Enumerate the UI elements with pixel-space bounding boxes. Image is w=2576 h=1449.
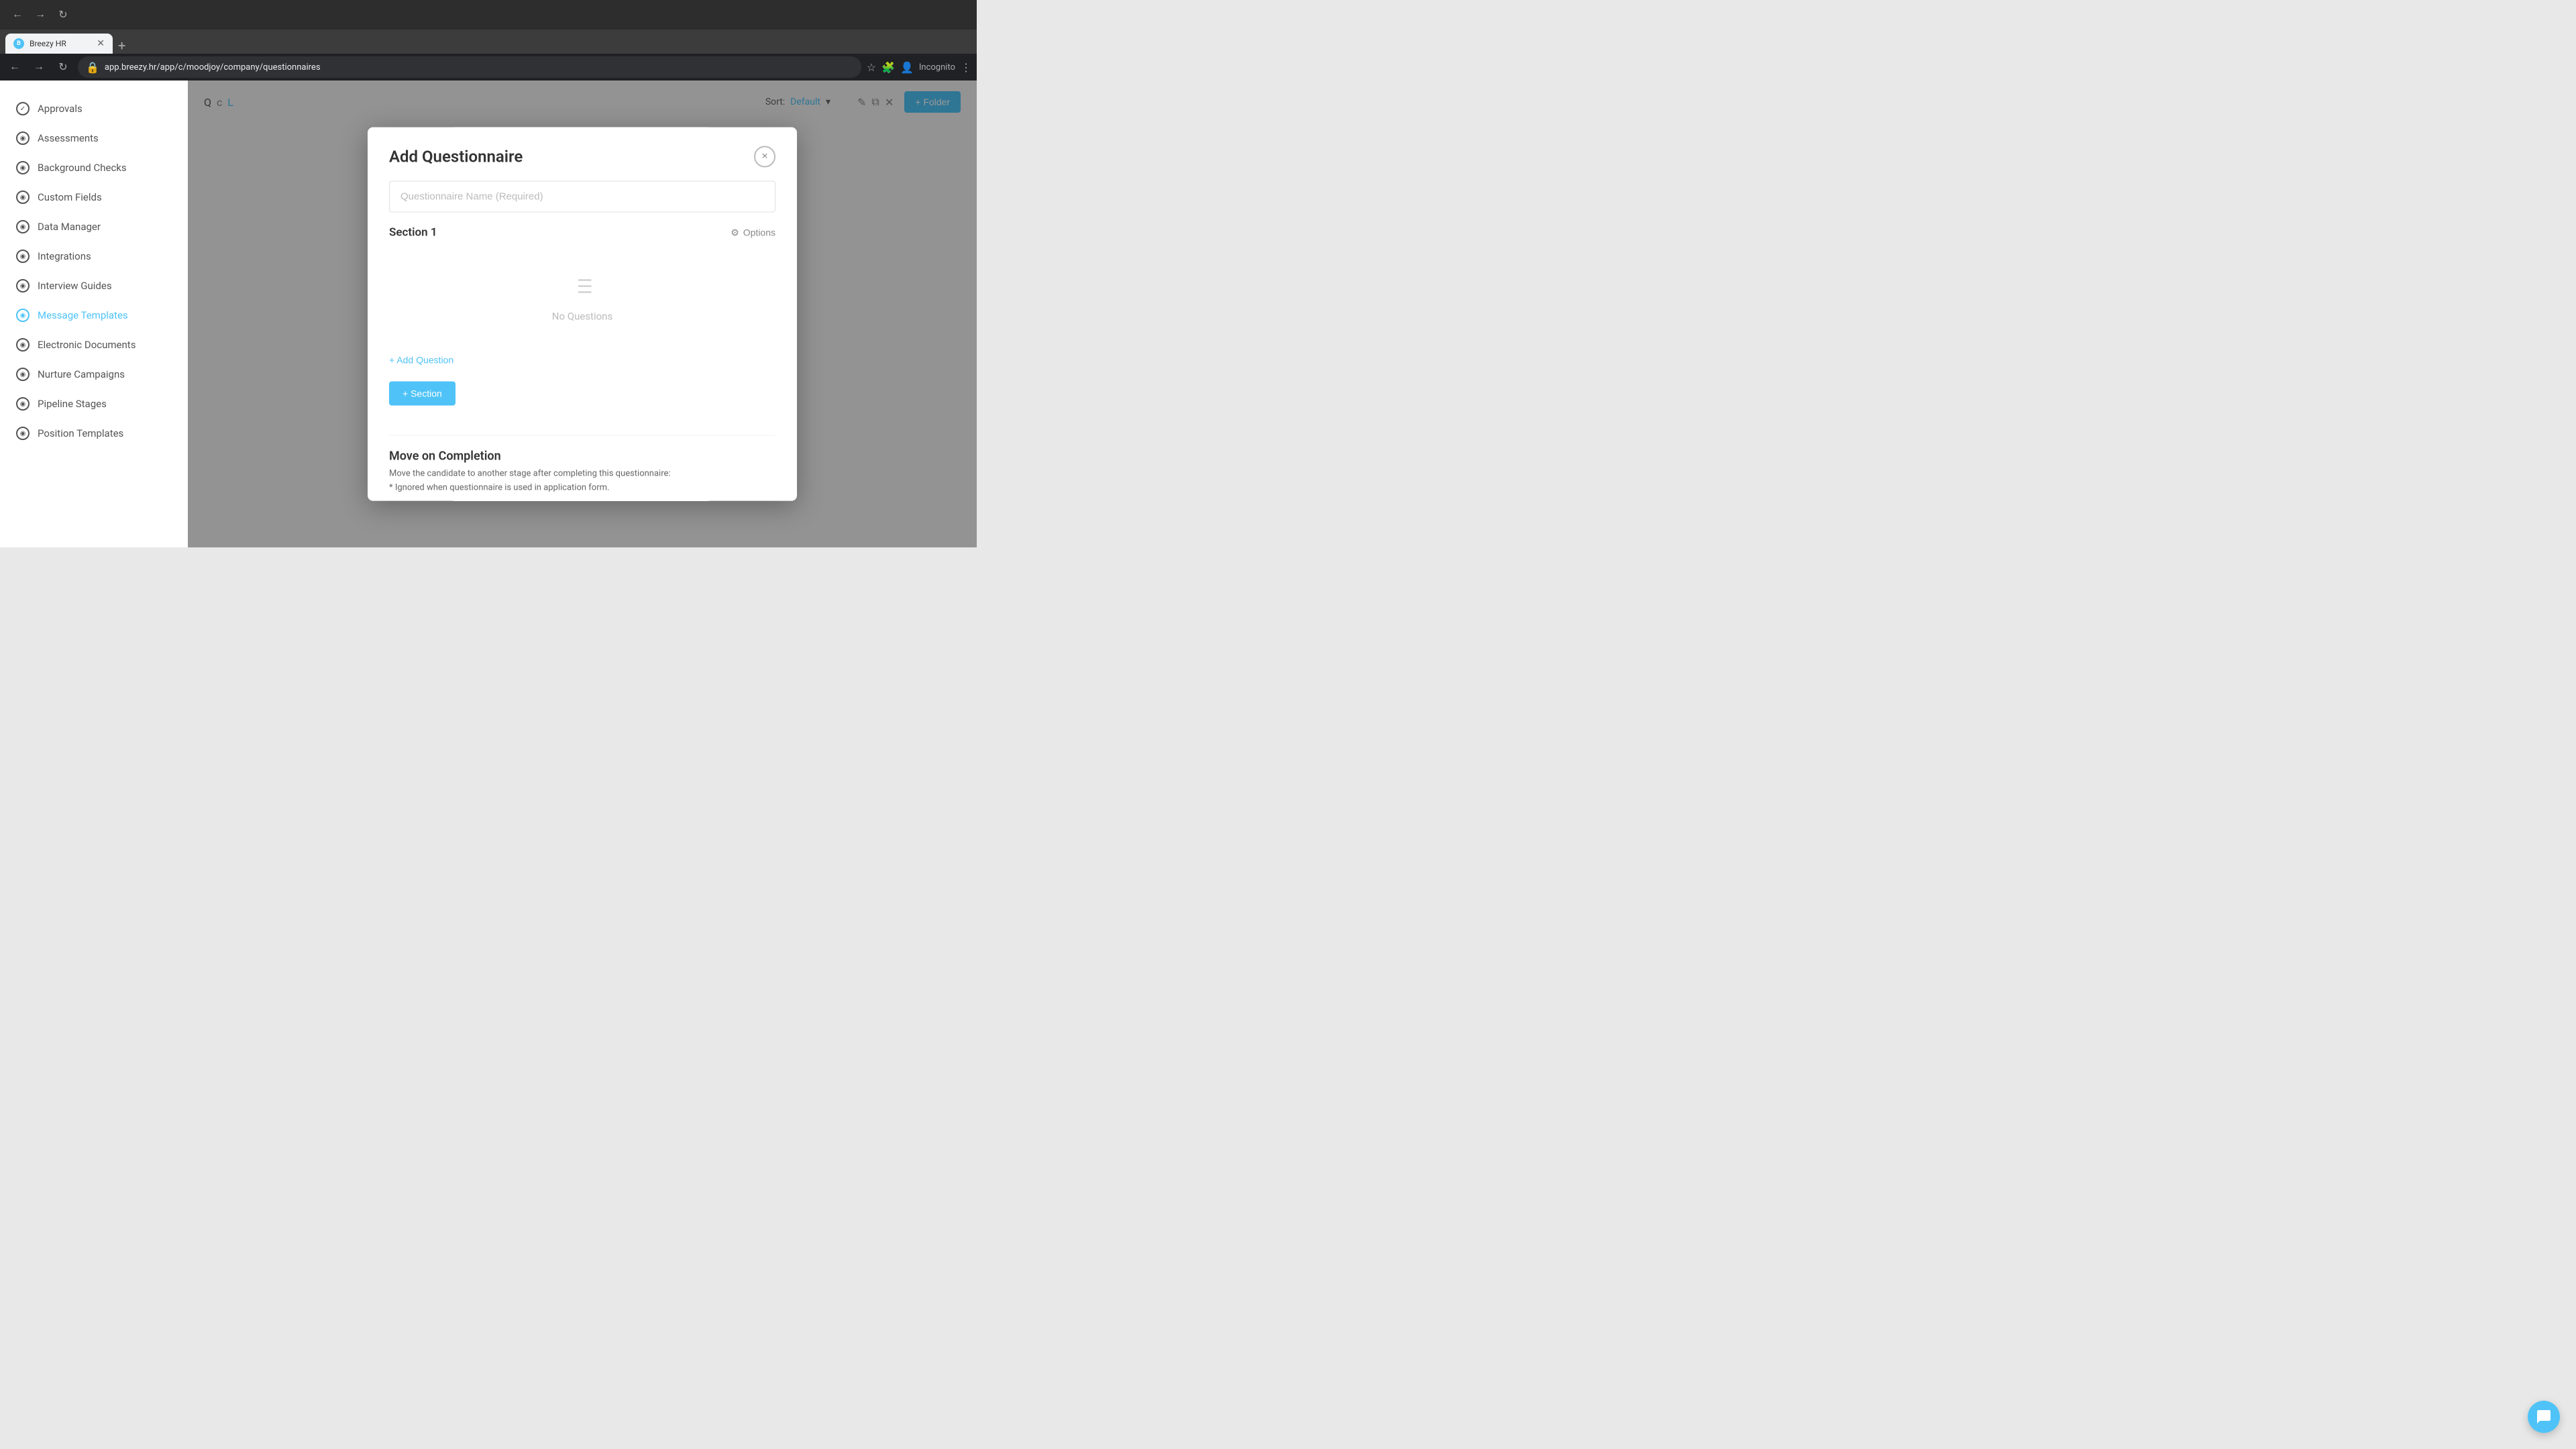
tab-close-icon[interactable]: ✕ <box>97 38 105 49</box>
sidebar-item-background-checks[interactable]: ◉ Background Checks <box>0 153 188 182</box>
browser-chrome: ← → ↻ <box>0 0 977 30</box>
modal-title: Add Questionnaire <box>389 148 523 166</box>
data-manager-icon: ◉ <box>16 220 30 233</box>
modal-close-button[interactable]: × <box>754 146 775 168</box>
sidebar-item-data-manager-label: Data Manager <box>38 221 101 233</box>
sidebar-item-pipeline-stages[interactable]: ◉ Pipeline Stages <box>0 389 188 419</box>
active-tab[interactable]: B Breezy HR ✕ <box>5 34 113 54</box>
sidebar-item-position-templates[interactable]: ◉ Position Templates <box>0 419 188 448</box>
profile-icon[interactable]: 👤 <box>900 61 914 74</box>
forward-button[interactable]: → <box>31 5 50 24</box>
sidebar-item-nurture-campaigns[interactable]: ◉ Nurture Campaigns <box>0 360 188 389</box>
sidebar-item-approvals-label: Approvals <box>38 103 83 115</box>
sidebar-item-custom-fields-label: Custom Fields <box>38 191 102 203</box>
custom-fields-icon: ◉ <box>16 191 30 204</box>
add-section-button[interactable]: + Section <box>389 382 455 406</box>
interview-guides-icon: ◉ <box>16 279 30 292</box>
chat-button[interactable] <box>2528 1401 2560 1433</box>
options-button[interactable]: ⚙ Options <box>731 227 775 238</box>
extensions-icon[interactable]: 🧩 <box>881 61 895 74</box>
section-title: Section 1 <box>389 226 437 239</box>
sidebar-item-approvals[interactable]: ✓ Approvals <box>0 94 188 123</box>
incognito-label: Incognito <box>919 62 955 72</box>
close-icon: × <box>761 151 767 163</box>
move-on-completion-section: Move on Completion Move the candidate to… <box>389 449 775 501</box>
sidebar: ✓ Approvals ◉ Assessments ◉ Background C… <box>0 80 188 547</box>
position-templates-icon: ◉ <box>16 427 30 440</box>
new-tab-button[interactable]: + <box>118 38 125 54</box>
page-area: Q c L Sort: Default ▾ ✎ ⧉ ✕ + Folder <box>188 80 977 547</box>
sidebar-item-background-checks-label: Background Checks <box>38 162 127 174</box>
sidebar-item-message-templates-label: Message Templates <box>38 309 128 321</box>
pipeline-stages-icon: ◉ <box>16 397 30 411</box>
message-templates-icon: ◉ <box>16 309 30 322</box>
sidebar-item-data-manager[interactable]: ◉ Data Manager <box>0 212 188 241</box>
sidebar-item-position-templates-label: Position Templates <box>38 427 123 439</box>
sidebar-item-interview-guides-label: Interview Guides <box>38 280 112 292</box>
modal-header: Add Questionnaire × <box>389 146 775 168</box>
tab-favicon: B <box>13 38 24 49</box>
background-checks-icon: ◉ <box>16 161 30 174</box>
bookmark-icon[interactable]: ☆ <box>867 61 876 74</box>
browser-action-icons: ☆ 🧩 👤 Incognito ⋮ <box>867 61 971 74</box>
address-forward-button[interactable]: → <box>30 58 48 76</box>
lock-icon: 🔒 <box>86 61 99 74</box>
approvals-icon: ✓ <box>16 102 30 115</box>
sidebar-item-assessments-label: Assessments <box>38 132 99 144</box>
nurture-campaigns-icon: ◉ <box>16 368 30 381</box>
no-questions-text: No Questions <box>552 311 612 323</box>
address-bar[interactable]: 🔒 app.breezy.hr/app/c/moodjoy/company/qu… <box>78 56 861 78</box>
electronic-docs-icon: ◉ <box>16 338 30 352</box>
tab-title: Breezy HR <box>30 39 91 48</box>
tab-bar: B Breezy HR ✕ + <box>0 30 977 54</box>
questionnaire-name-input[interactable] <box>389 181 775 213</box>
menu-icon[interactable]: ⋮ <box>961 61 971 74</box>
sidebar-item-custom-fields[interactable]: ◉ Custom Fields <box>0 182 188 212</box>
move-on-completion-note: * Ignored when questionnaire is used in … <box>389 483 775 493</box>
browser-nav: ← → ↻ <box>8 5 72 24</box>
reload-button[interactable]: ↻ <box>54 5 72 24</box>
sidebar-item-assessments[interactable]: ◉ Assessments <box>0 123 188 153</box>
sidebar-item-pipeline-stages-label: Pipeline Stages <box>38 398 107 410</box>
no-questions-area: No Questions <box>389 248 775 350</box>
add-questionnaire-modal: Add Questionnaire × Section 1 ⚙ Options <box>368 127 797 501</box>
no-questions-icon <box>570 274 594 304</box>
assessments-icon: ◉ <box>16 131 30 145</box>
sidebar-item-integrations-label: Integrations <box>38 250 91 262</box>
sidebar-item-nurture-campaigns-label: Nurture Campaigns <box>38 368 125 380</box>
integrations-icon: ◉ <box>16 250 30 263</box>
back-button[interactable]: ← <box>8 5 27 24</box>
sidebar-item-interview-guides[interactable]: ◉ Interview Guides <box>0 271 188 301</box>
address-reload-button[interactable]: ↻ <box>54 58 72 76</box>
address-back-button[interactable]: ← <box>5 58 24 76</box>
options-label: Options <box>743 227 775 238</box>
gear-icon: ⚙ <box>731 227 739 238</box>
sidebar-item-electronic-documents[interactable]: ◉ Electronic Documents <box>0 330 188 360</box>
sidebar-item-integrations[interactable]: ◉ Integrations <box>0 241 188 271</box>
address-bar-row: ← → ↻ 🔒 app.breezy.hr/app/c/moodjoy/comp… <box>0 54 977 80</box>
sidebar-item-electronic-docs-label: Electronic Documents <box>38 339 136 351</box>
sidebar-item-message-templates[interactable]: ◉ Message Templates <box>0 301 188 330</box>
divider-1 <box>389 435 775 436</box>
section-header: Section 1 ⚙ Options <box>389 226 775 239</box>
move-on-completion-desc: Move the candidate to another stage afte… <box>389 469 775 479</box>
url-text: app.breezy.hr/app/c/moodjoy/company/ques… <box>105 62 321 72</box>
main-content: ✓ Approvals ◉ Assessments ◉ Background C… <box>0 80 977 547</box>
add-question-button[interactable]: + Add Question <box>389 350 453 371</box>
move-on-completion-title: Move on Completion <box>389 449 775 464</box>
